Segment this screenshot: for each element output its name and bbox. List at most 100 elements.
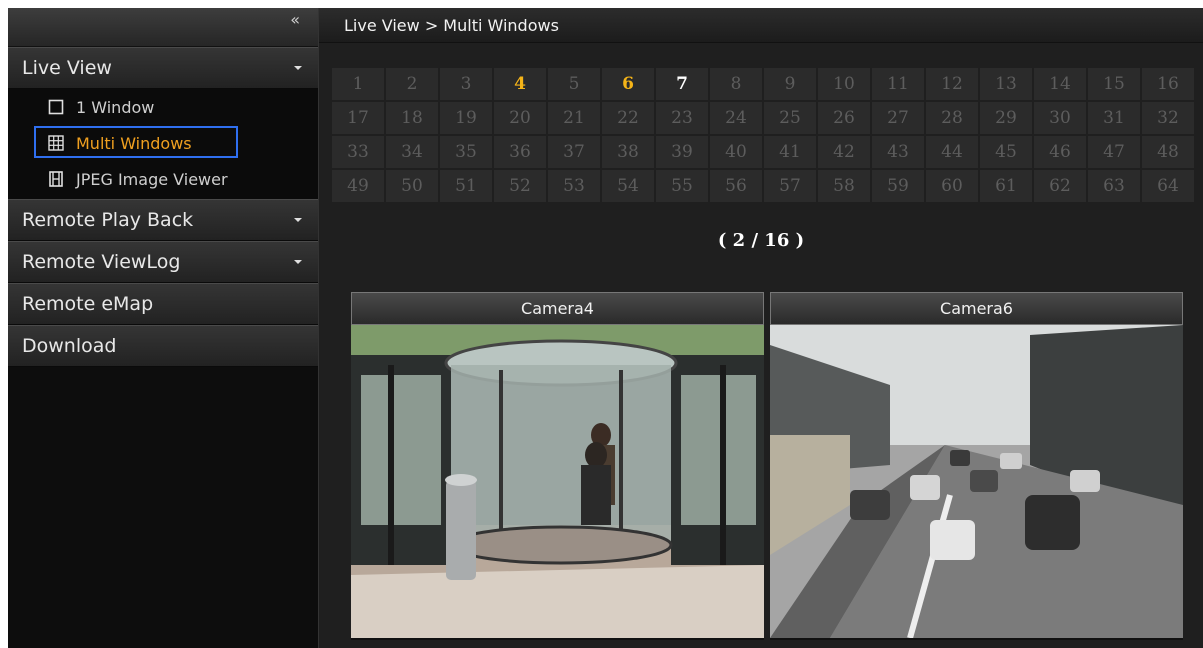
section-remote-emap[interactable]: Remote eMap <box>8 283 318 325</box>
menu-item-jpeg-image-viewer[interactable]: JPEG Image Viewer <box>8 161 318 197</box>
channel-button-8[interactable]: 8 <box>710 68 762 100</box>
camera-title[interactable]: Camera4 <box>351 292 764 325</box>
channel-button-40[interactable]: 40 <box>710 136 762 168</box>
channel-button-15[interactable]: 15 <box>1088 68 1140 100</box>
channel-button-17[interactable]: 17 <box>332 102 384 134</box>
channel-button-12[interactable]: 12 <box>926 68 978 100</box>
channel-button-3[interactable]: 3 <box>440 68 492 100</box>
channel-button-7[interactable]: 7 <box>656 68 708 100</box>
channel-button-30[interactable]: 30 <box>1034 102 1086 134</box>
channel-button-26[interactable]: 26 <box>818 102 870 134</box>
channel-button-57[interactable]: 57 <box>764 170 816 202</box>
channel-button-61[interactable]: 61 <box>980 170 1032 202</box>
channel-button-22[interactable]: 22 <box>602 102 654 134</box>
channel-grid: 1 2 3 4 5 6 7 8 9 10 11 12 13 14 15 16 17 18 19 20 21 22 23 24 2… <box>332 68 1194 202</box>
caret-down-icon <box>294 66 302 70</box>
channel-button-2[interactable]: 2 <box>386 68 438 100</box>
section-label: Remote ViewLog <box>22 251 181 273</box>
channel-button-44[interactable]: 44 <box>926 136 978 168</box>
channel-button-36[interactable]: 36 <box>494 136 546 168</box>
channel-button-49[interactable]: 49 <box>332 170 384 202</box>
menu-item-1-window[interactable]: 1 Window <box>8 89 318 125</box>
section-label: Remote Play Back <box>22 209 194 231</box>
section-remote-play-back[interactable]: Remote Play Back <box>8 199 318 241</box>
channel-button-28[interactable]: 28 <box>926 102 978 134</box>
channel-button-18[interactable]: 18 <box>386 102 438 134</box>
live-view-submenu: 1 Window Multi Windows JPEG Image Viewer <box>8 89 318 199</box>
channel-button-41[interactable]: 41 <box>764 136 816 168</box>
sidebar-header: « <box>8 8 318 47</box>
collapse-sidebar-icon[interactable]: « <box>290 10 300 29</box>
channel-button-5[interactable]: 5 <box>548 68 600 100</box>
channel-button-48[interactable]: 48 <box>1142 136 1194 168</box>
channel-button-39[interactable]: 39 <box>656 136 708 168</box>
camera-title[interactable]: Camera6 <box>770 292 1183 325</box>
channel-button-59[interactable]: 59 <box>872 170 924 202</box>
channel-button-25[interactable]: 25 <box>764 102 816 134</box>
channel-button-14[interactable]: 14 <box>1034 68 1086 100</box>
channel-button-24[interactable]: 24 <box>710 102 762 134</box>
menu-item-label: 1 Window <box>76 97 155 117</box>
channel-button-23[interactable]: 23 <box>656 102 708 134</box>
channel-button-10[interactable]: 10 <box>818 68 870 100</box>
channel-button-43[interactable]: 43 <box>872 136 924 168</box>
channel-button-13[interactable]: 13 <box>980 68 1032 100</box>
camera-feed[interactable] <box>351 325 764 638</box>
camera-panel-6: Camera6 <box>770 292 1183 640</box>
channel-button-64[interactable]: 64 <box>1142 170 1194 202</box>
square-icon <box>48 99 64 115</box>
channel-button-34[interactable]: 34 <box>386 136 438 168</box>
section-label: Live View <box>22 57 112 79</box>
channel-button-16[interactable]: 16 <box>1142 68 1194 100</box>
channel-button-52[interactable]: 52 <box>494 170 546 202</box>
breadcrumb: Live View > Multi Windows <box>319 8 1203 43</box>
channel-button-37[interactable]: 37 <box>548 136 600 168</box>
menu-item-label: Multi Windows <box>76 133 192 153</box>
sidebar: « Live View 1 Window Multi Windows JPEG … <box>8 8 319 648</box>
film-icon <box>48 171 64 187</box>
channel-button-56[interactable]: 56 <box>710 170 762 202</box>
caret-down-icon <box>294 218 302 222</box>
main-panel: Live View > Multi Windows 1 2 3 4 5 6 7 8 9 10 11 1… <box>319 8 1203 648</box>
channel-button-45[interactable]: 45 <box>980 136 1032 168</box>
menu-item-label: JPEG Image Viewer <box>76 169 228 189</box>
channel-button-31[interactable]: 31 <box>1088 102 1140 134</box>
channel-button-63[interactable]: 63 <box>1088 170 1140 202</box>
channel-button-38[interactable]: 38 <box>602 136 654 168</box>
channel-button-6[interactable]: 6 <box>602 68 654 100</box>
grid-icon <box>48 135 64 151</box>
caret-down-icon <box>294 260 302 264</box>
section-label: Remote eMap <box>22 293 154 315</box>
section-label: Download <box>22 335 117 357</box>
section-remote-viewlog[interactable]: Remote ViewLog <box>8 241 318 283</box>
channel-button-51[interactable]: 51 <box>440 170 492 202</box>
menu-item-multi-windows[interactable]: Multi Windows <box>8 125 318 161</box>
channel-button-50[interactable]: 50 <box>386 170 438 202</box>
channel-button-58[interactable]: 58 <box>818 170 870 202</box>
channel-button-33[interactable]: 33 <box>332 136 384 168</box>
channel-button-11[interactable]: 11 <box>872 68 924 100</box>
channel-button-42[interactable]: 42 <box>818 136 870 168</box>
section-live-view[interactable]: Live View <box>8 47 318 89</box>
channel-button-29[interactable]: 29 <box>980 102 1032 134</box>
channel-button-60[interactable]: 60 <box>926 170 978 202</box>
section-download[interactable]: Download <box>8 325 318 367</box>
channel-button-4[interactable]: 4 <box>494 68 546 100</box>
channel-button-46[interactable]: 46 <box>1034 136 1086 168</box>
channel-button-53[interactable]: 53 <box>548 170 600 202</box>
channel-button-19[interactable]: 19 <box>440 102 492 134</box>
camera-feed[interactable] <box>770 325 1183 638</box>
channel-button-47[interactable]: 47 <box>1088 136 1140 168</box>
channel-button-9[interactable]: 9 <box>764 68 816 100</box>
channel-button-27[interactable]: 27 <box>872 102 924 134</box>
channel-button-32[interactable]: 32 <box>1142 102 1194 134</box>
channel-button-54[interactable]: 54 <box>602 170 654 202</box>
camera-panel-4: Camera4 <box>351 292 764 640</box>
channel-button-21[interactable]: 21 <box>548 102 600 134</box>
channel-button-20[interactable]: 20 <box>494 102 546 134</box>
channel-button-35[interactable]: 35 <box>440 136 492 168</box>
channel-button-62[interactable]: 62 <box>1034 170 1086 202</box>
channel-button-55[interactable]: 55 <box>656 170 708 202</box>
page-indicator: ( 2 / 16 ) <box>717 230 805 251</box>
channel-button-1[interactable]: 1 <box>332 68 384 100</box>
